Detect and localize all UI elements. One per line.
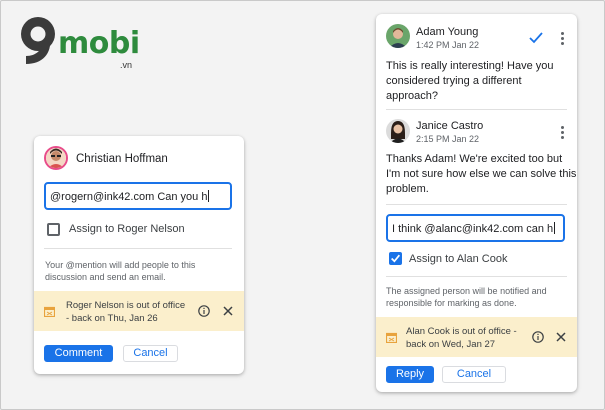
out-of-office-banner: Alan Cook is out of office - back on Wed… (376, 317, 577, 357)
banner-text: Roger Nelson is out of office - back on … (66, 299, 185, 325)
comment-input[interactable]: @rogern@ink42.com Can you h (44, 182, 232, 210)
cancel-button[interactable]: Cancel (123, 345, 178, 362)
mention-hint: Your @mention will add people to this di… (45, 259, 195, 283)
avatar (386, 24, 410, 48)
hint-line: Your @mention will add people to this (45, 260, 196, 270)
more-options-icon[interactable] (557, 125, 567, 139)
calendar-icon (44, 306, 55, 317)
comment-card-new: Christian Hoffman @rogern@ink42.com Can … (34, 136, 244, 374)
text-caret (208, 190, 210, 202)
more-options-icon[interactable] (557, 31, 567, 45)
resolve-check-icon[interactable] (529, 32, 543, 44)
info-icon[interactable] (532, 331, 544, 343)
calendar-icon (386, 332, 397, 343)
author-name: Christian Hoffman (76, 153, 168, 165)
comment-line: I'm not sure how else we can solve this (386, 168, 577, 180)
assign-checkbox[interactable] (47, 223, 60, 236)
comment-line: considered trying a different (386, 75, 522, 87)
assign-checkbox[interactable] (389, 252, 402, 265)
assign-label: Assign to Roger Nelson (69, 223, 185, 235)
check-icon (391, 254, 401, 263)
comment-line: problem. (386, 183, 429, 195)
comment-line: Thanks Adam! We're excited too but (386, 153, 563, 165)
comment-time: 2:15 PM Jan 22 (416, 134, 480, 144)
banner-line: back on Wed, Jan 27 (406, 339, 496, 350)
divider (386, 276, 567, 277)
avatar (386, 119, 410, 143)
out-of-office-banner: Roger Nelson is out of office - back on … (34, 291, 244, 331)
comment-author: Janice Castro (416, 120, 484, 132)
divider (386, 204, 567, 205)
close-icon[interactable] (223, 306, 233, 316)
hint-line: The assigned person will be notified and (386, 286, 547, 296)
cancel-button[interactable]: Cancel (442, 366, 506, 383)
hint-line: responsible for marking as done. (386, 298, 517, 308)
brand-tld: .vn (120, 60, 133, 70)
comment-time: 1:42 PM Jan 22 (416, 40, 480, 50)
brand-name: mobi (58, 26, 140, 61)
banner-line: Roger Nelson is out of office (66, 300, 186, 311)
comment-body: Thanks Adam! We're excited too but I'm n… (386, 152, 576, 197)
assign-hint: The assigned person will be notified and… (386, 285, 547, 309)
banner-line: Alan Cook is out of office - (406, 326, 517, 337)
text-caret (554, 222, 556, 234)
comment-input-value: @rogern@ink42.com Can you h (50, 191, 208, 203)
comment-body: This is really interesting! Have you con… (386, 59, 554, 104)
close-icon[interactable] (556, 332, 566, 342)
comment-thread-card: Adam Young 1:42 PM Jan 22 This is really… (376, 14, 577, 392)
avatar (44, 146, 68, 170)
banner-text: Alan Cook is out of office - back on Wed… (406, 325, 517, 351)
comment-author: Adam Young (416, 26, 479, 38)
hint-line: discussion and send an email. (45, 272, 166, 282)
reply-input[interactable]: I think @alanc@ink42.com can h (386, 214, 565, 242)
watermark-logo: mobi .vn (12, 12, 172, 70)
banner-line: - back on Thu, Jan 26 (66, 313, 158, 324)
comment-line: approach? (386, 90, 438, 102)
assign-label: Assign to Alan Cook (409, 253, 508, 265)
comment-line: This is really interesting! Have you (386, 60, 554, 72)
divider (386, 109, 567, 110)
divider (44, 248, 232, 249)
reply-button[interactable]: Reply (386, 366, 434, 383)
comment-button[interactable]: Comment (44, 345, 113, 362)
info-icon[interactable] (198, 305, 210, 317)
reply-input-value: I think @alanc@ink42.com can h (392, 223, 554, 235)
